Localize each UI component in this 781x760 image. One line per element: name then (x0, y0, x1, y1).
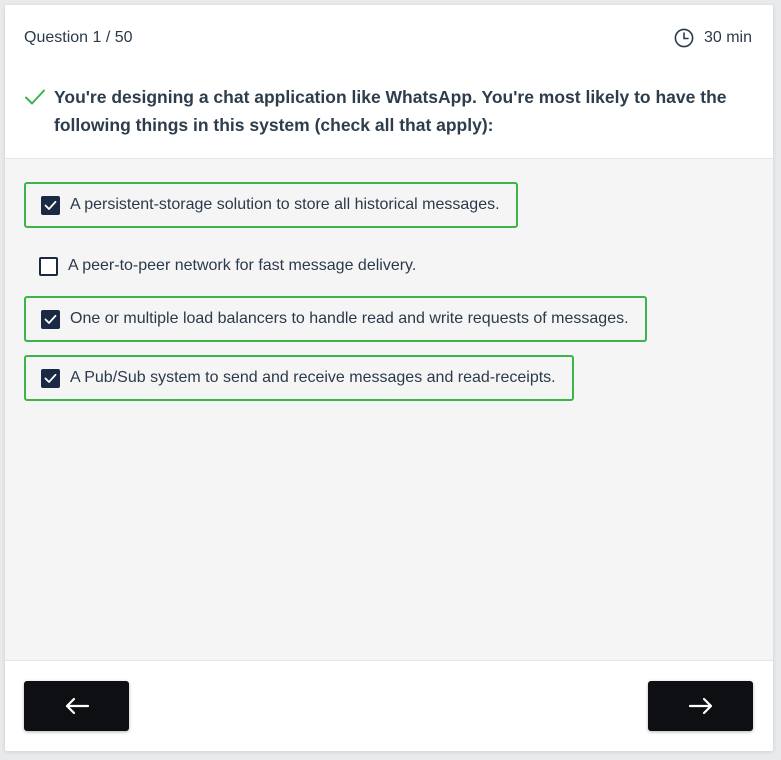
next-button[interactable] (648, 681, 753, 731)
checkbox-unchecked[interactable] (39, 256, 58, 276)
option-peer-to-peer[interactable]: A peer-to-peer network for fast message … (24, 243, 434, 289)
timer-text: 30 min (703, 29, 752, 46)
question-counter: Question 1 / 50 (24, 29, 133, 46)
question: You're designing a chat application like… (24, 83, 753, 139)
option-pub-sub[interactable]: A Pub/Sub system to send and receive mes… (24, 355, 574, 401)
checkbox-checked[interactable] (41, 309, 60, 329)
checkmark-icon (44, 373, 57, 383)
navigation-footer (5, 660, 773, 751)
checkmark-icon (44, 200, 57, 210)
correct-check-icon (25, 89, 45, 105)
previous-button[interactable] (24, 681, 129, 731)
checkbox-checked[interactable] (41, 195, 60, 215)
question-text: You're designing a chat application like… (54, 87, 727, 135)
answer-options: A persistent-storage solution to store a… (5, 159, 773, 660)
question-header: Question 1 / 50 30 min You're designing … (5, 5, 773, 159)
option-label: A Pub/Sub system to send and receive mes… (70, 369, 556, 386)
quiz-card: Question 1 / 50 30 min You're designing … (5, 5, 773, 751)
option-label: One or multiple load balancers to handle… (70, 310, 629, 327)
option-label: A persistent-storage solution to store a… (70, 196, 500, 213)
clock-icon (674, 28, 694, 48)
option-label: A peer-to-peer network for fast message … (68, 257, 417, 274)
timer: 30 min (674, 28, 752, 48)
arrow-right-icon (688, 697, 712, 715)
option-load-balancers[interactable]: One or multiple load balancers to handle… (24, 296, 647, 342)
checkmark-icon (44, 314, 57, 324)
checkbox-checked[interactable] (41, 368, 60, 388)
option-persistent-storage[interactable]: A persistent-storage solution to store a… (24, 182, 518, 228)
arrow-left-icon (65, 697, 89, 715)
